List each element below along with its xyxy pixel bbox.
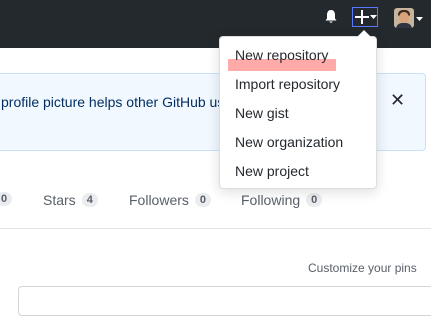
tab-counter: 0 bbox=[306, 193, 323, 207]
user-menu-button[interactable] bbox=[394, 7, 423, 29]
create-new-dropdown: New repository Import repository New gis… bbox=[219, 29, 377, 189]
dropdown-caret bbox=[356, 29, 372, 37]
tab-counter: 0 bbox=[0, 192, 13, 206]
chevron-down-icon bbox=[370, 14, 377, 20]
menu-item-new-repository[interactable]: New repository bbox=[235, 46, 328, 64]
tab-label: Stars bbox=[43, 192, 76, 208]
pinned-repo-card[interactable] bbox=[18, 286, 431, 316]
flash-message: profile picture helps other GitHub use bbox=[1, 94, 233, 110]
avatar bbox=[394, 8, 414, 28]
close-icon[interactable]: ✕ bbox=[390, 90, 405, 110]
menu-item-new-gist[interactable]: New gist bbox=[235, 104, 289, 122]
menu-item-new-project[interactable]: New project bbox=[235, 162, 309, 180]
menu-item-import-repository[interactable]: Import repository bbox=[235, 75, 340, 93]
tab-stars[interactable]: Stars 4 bbox=[43, 192, 98, 208]
tab-partial[interactable]: 0 bbox=[0, 192, 13, 206]
tab-counter: 0 bbox=[194, 193, 212, 207]
chevron-down-icon bbox=[416, 9, 423, 27]
customize-pins-link[interactable]: Customize your pins bbox=[308, 261, 417, 275]
profile-nav: 0 Stars 4 Followers 0 Following 0 bbox=[0, 192, 431, 212]
tab-label: Following bbox=[241, 192, 301, 208]
tab-counter: 4 bbox=[81, 193, 98, 207]
create-new-button[interactable] bbox=[352, 7, 378, 27]
plus-icon bbox=[355, 10, 369, 24]
tab-label: Followers bbox=[129, 192, 189, 208]
divider bbox=[0, 228, 431, 229]
menu-item-new-organization[interactable]: New organization bbox=[235, 133, 343, 151]
tab-followers[interactable]: Followers 0 bbox=[129, 192, 212, 208]
tab-following[interactable]: Following 0 bbox=[241, 192, 323, 208]
bell-icon[interactable] bbox=[322, 8, 340, 26]
